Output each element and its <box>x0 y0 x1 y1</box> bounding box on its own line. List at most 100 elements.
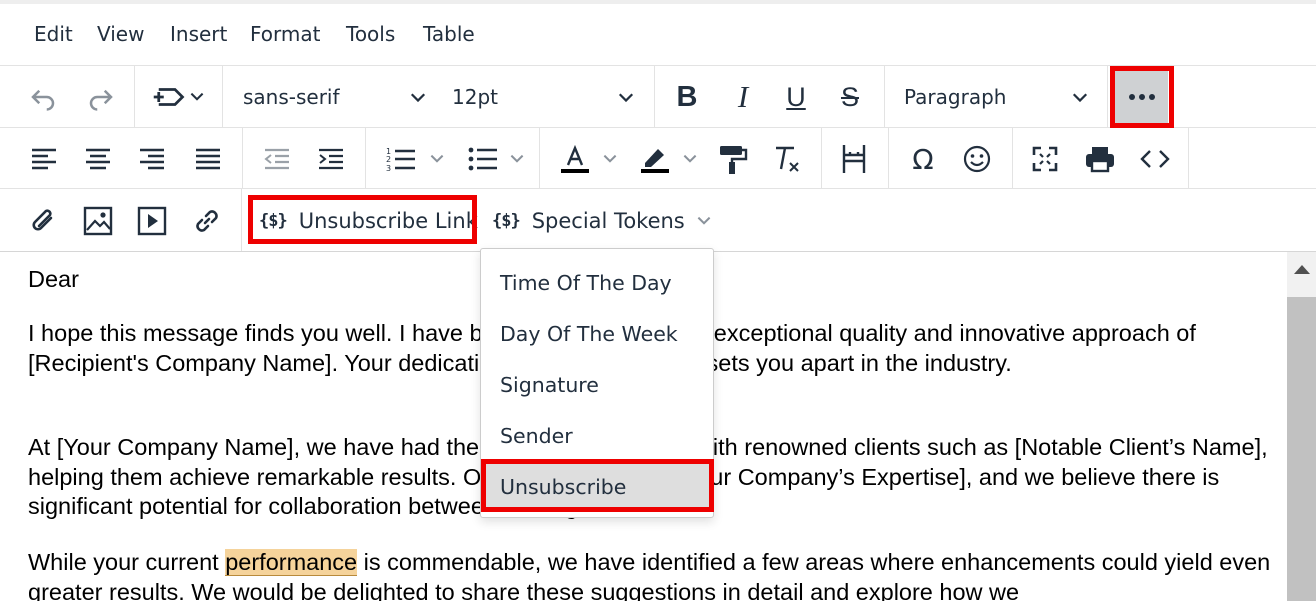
menu-item-label: Day Of The Week <box>500 322 678 346</box>
toolbar-row-2: 123 Ω <box>0 128 1316 189</box>
separator <box>134 66 135 127</box>
menu-item-day-of-week[interactable]: Day Of The Week <box>481 311 713 357</box>
insert-media-button[interactable] <box>135 202 169 240</box>
separator <box>365 128 366 188</box>
font-family-select[interactable]: sans-serif <box>224 76 438 118</box>
chevron-down-icon <box>410 93 426 103</box>
paragraph-3: While your current performance is commen… <box>28 548 1278 601</box>
menu-table[interactable]: Table <box>423 22 475 46</box>
special-tokens-dropdown[interactable]: {$} Special Tokens <box>492 206 713 236</box>
justify-button[interactable] <box>191 142 225 176</box>
print-button[interactable] <box>1081 140 1119 178</box>
highlighted-word: performance <box>225 549 358 576</box>
numbered-list-icon: 123 <box>386 147 415 172</box>
menu-edit[interactable]: Edit <box>34 22 73 46</box>
underline-icon: U <box>786 81 806 112</box>
insert-table-button[interactable] <box>837 140 871 178</box>
block-format-value: Paragraph <box>904 85 1007 109</box>
redo-button[interactable] <box>82 80 120 114</box>
menu-item-unsubscribe[interactable]: Unsubscribe <box>481 464 713 510</box>
menu-item-label: Time Of The Day <box>500 271 672 295</box>
special-tokens-menu: Time Of The Day Day Of The Week Signatur… <box>480 248 714 518</box>
token-icon: {$} <box>492 211 521 231</box>
text-color-button[interactable] <box>553 140 625 178</box>
attachment-button[interactable] <box>27 202 61 240</box>
block-format-select[interactable]: Paragraph <box>886 76 1100 118</box>
align-center-icon <box>86 148 110 170</box>
separator <box>888 128 889 188</box>
chevron-down-icon <box>430 154 444 163</box>
clear-formatting-button[interactable] <box>770 140 804 178</box>
special-character-button[interactable]: Ω <box>904 140 942 178</box>
undo-button[interactable] <box>24 80 62 114</box>
chevron-down-icon <box>683 154 697 163</box>
unsubscribe-link-button[interactable]: {$} Unsubscribe Link <box>259 206 478 236</box>
scroll-up-arrow-icon[interactable] <box>1294 265 1310 274</box>
menu-view[interactable]: View <box>97 22 144 46</box>
italic-button[interactable]: I <box>726 78 760 116</box>
chevron-down-icon <box>1072 93 1088 103</box>
separator <box>884 66 885 127</box>
separator <box>242 128 243 188</box>
video-icon <box>137 206 167 236</box>
clear-formatting-icon <box>776 146 799 172</box>
numbered-list-button[interactable]: 123 <box>380 142 452 176</box>
align-right-button[interactable] <box>135 142 169 176</box>
highlight-color-button[interactable] <box>633 140 705 178</box>
outdent-button[interactable] <box>260 142 294 176</box>
bold-icon: B <box>676 80 698 113</box>
fullscreen-button[interactable] <box>1028 140 1062 178</box>
chevron-down-icon <box>510 154 524 163</box>
separator <box>1012 128 1013 188</box>
separator <box>222 66 223 127</box>
menu-item-label: Signature <box>500 373 599 397</box>
bold-button[interactable]: B <box>670 78 704 116</box>
font-size-value: 12pt <box>452 85 498 109</box>
undo-icon <box>31 89 55 111</box>
menu-item-time-of-day[interactable]: Time Of The Day <box>481 260 713 306</box>
indent-button[interactable] <box>314 142 348 176</box>
chevron-down-icon <box>618 93 634 103</box>
chevron-down-icon <box>190 92 204 101</box>
omega-icon: Ω <box>912 142 934 176</box>
text-color-icon <box>561 144 589 173</box>
separator <box>654 66 655 127</box>
format-painter-button[interactable] <box>716 140 750 178</box>
strikethrough-icon: S <box>840 81 859 112</box>
chevron-down-icon <box>603 154 617 163</box>
separator <box>1188 128 1189 188</box>
menu-item-sender[interactable]: Sender <box>481 413 713 459</box>
source-code-button[interactable] <box>1136 140 1174 178</box>
insert-token-dropdown[interactable] <box>145 80 213 114</box>
emoji-button[interactable] <box>958 140 996 178</box>
indent-icon <box>319 148 343 170</box>
menu-format[interactable]: Format <box>250 22 320 46</box>
separator <box>821 128 822 188</box>
more-toolbar-button[interactable] <box>1115 71 1168 123</box>
align-right-icon <box>140 148 164 170</box>
insert-image-button[interactable] <box>81 202 115 240</box>
scrollbar-thumb[interactable] <box>1287 297 1316 601</box>
strikethrough-button[interactable]: S <box>833 78 867 116</box>
font-size-select[interactable]: 12pt <box>438 76 646 118</box>
font-family-value: sans-serif <box>243 85 340 109</box>
menu-item-signature[interactable]: Signature <box>481 362 713 408</box>
redo-icon <box>89 89 113 111</box>
bullet-list-button[interactable] <box>462 142 532 176</box>
fullscreen-icon <box>1032 146 1058 172</box>
paperclip-icon <box>32 209 53 231</box>
underline-button[interactable]: U <box>779 78 813 116</box>
align-center-button[interactable] <box>81 142 115 176</box>
smiley-icon <box>963 145 991 173</box>
insert-link-button[interactable] <box>190 202 224 240</box>
menu-tools[interactable]: Tools <box>346 22 395 46</box>
unsubscribe-link-label: Unsubscribe Link <box>298 209 478 233</box>
toolbar-row-3: {$} Unsubscribe Link {$} Special Tokens <box>0 189 1316 252</box>
highlighter-icon <box>641 149 669 173</box>
align-left-button[interactable] <box>27 142 61 176</box>
menu-item-label: Sender <box>500 424 573 448</box>
tag-plus-icon <box>153 88 185 106</box>
align-left-icon <box>32 148 56 170</box>
menu-insert[interactable]: Insert <box>170 22 227 46</box>
svg-text:2: 2 <box>386 155 391 164</box>
